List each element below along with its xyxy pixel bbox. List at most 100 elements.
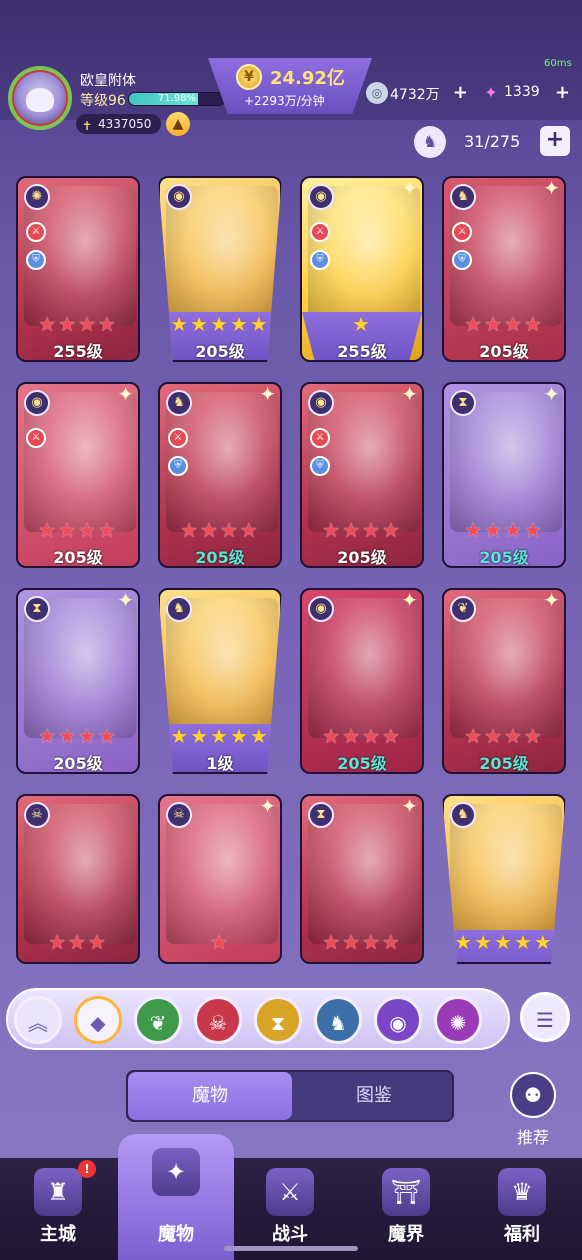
monster-level: 205级 [53, 548, 103, 567]
gem-icon: ✦ [484, 83, 498, 102]
monster-card[interactable]: ☠ ✦ ★ [158, 794, 282, 964]
monster-level: 205级 [53, 754, 103, 773]
monster-card[interactable]: ✺ ⚔ ⛨ ★★★★ 255级 [16, 176, 140, 362]
view-tabs: 魔物 图鉴 [126, 1070, 454, 1122]
faction-icon: ⧗ [450, 390, 476, 416]
recommend-label: 推荐 [516, 1128, 549, 1147]
nav-icon: ♛ [498, 1168, 546, 1216]
sparkle-icon: ✦ [401, 382, 418, 406]
faction-icon: ☠ [24, 802, 50, 828]
nav-item[interactable]: ⛩ 魔界 [348, 1158, 464, 1260]
sparkle-icon: ✦ [543, 382, 560, 406]
nav-item[interactable]: ✦ 魔物 [118, 1134, 234, 1260]
bottom-nav: ♜! 主城 ✦ 魔物 ⚔ 战斗 ⛩ 魔界 ♛ 福利 [0, 1134, 582, 1260]
player-avatar[interactable] [8, 66, 72, 130]
nav-icon: ✦ [152, 1148, 200, 1196]
shield-badge-icon: ⛨ [168, 456, 188, 476]
faction-icon: ⧗ [24, 596, 50, 622]
monster-card[interactable]: ◉ ⚔ ✦ ★★★★ 205级 [16, 382, 140, 568]
monster-card[interactable]: ⧗ ✦ ★★★★ 205级 [16, 588, 140, 774]
monster-card[interactable]: ◉ ⚔ ⛨ ✦ ★★★★ 205级 [300, 382, 424, 568]
nav-icon: ⚔ [266, 1168, 314, 1216]
monster-level: 205级 [479, 342, 529, 361]
nav-item[interactable]: ♜! 主城 [0, 1158, 116, 1260]
notification-badge: ! [78, 1160, 96, 1178]
faction-icon: ◉ [308, 390, 334, 416]
recommend-icon[interactable]: ⚉ [510, 1072, 556, 1118]
shield-badge-icon: ⛨ [452, 250, 472, 270]
tab-monsters[interactable]: 魔物 [128, 1072, 292, 1120]
faction-icon: ☠ [166, 802, 192, 828]
monster-card[interactable]: ♞ ⚔ ⛨ ✦ ★★★★ 205级 [442, 176, 566, 362]
nav-icon: ⛩ [382, 1168, 430, 1216]
star-rating: ★★★★ [322, 724, 402, 748]
all-factions-icon[interactable]: ◆ [74, 996, 122, 1044]
monster-card[interactable]: ◉ ⚔ ⛨ ✦ ★ 255级 [300, 176, 424, 362]
gem-resource[interactable]: ✦ 1339 + [480, 82, 576, 106]
nav-label: 福利 [504, 1224, 540, 1245]
swords-badge-icon: ⚔ [26, 428, 46, 448]
dragon-faction-icon[interactable]: ♞ [314, 996, 362, 1044]
nav-item[interactable]: ⚔ 战斗 [232, 1158, 348, 1260]
add-gem-button[interactable]: + [555, 82, 570, 103]
star-rating: ★★★★ [38, 518, 118, 542]
monster-level: 255级 [337, 342, 387, 361]
shield-badge-icon: ⛨ [310, 456, 330, 476]
faction-icon: ❦ [450, 596, 476, 622]
monster-card[interactable]: ⧗ ✦ ★★★★ 205级 [442, 382, 566, 568]
eye-faction-icon[interactable]: ◉ [374, 996, 422, 1044]
sparkle-icon: ✦ [543, 176, 560, 200]
expand-roster-button[interactable]: + [540, 126, 570, 156]
faction-filter-bar: ︽ ◆ ❦ ☠ ⧗ ♞ ◉ ✺ [6, 988, 510, 1050]
nav-label: 主城 [40, 1224, 76, 1245]
gold-rate: +2293万/分钟 [244, 94, 325, 108]
monster-card[interactable]: ❦ ✦ ★★★★ 205级 [442, 588, 566, 774]
monster-card[interactable]: ♞ ★★★★★ [442, 794, 566, 964]
monster-card[interactable]: ♞ ★★★★★ 1级 [158, 588, 282, 774]
sparkle-icon: ✦ [259, 382, 276, 406]
add-crystal-button[interactable]: + [453, 82, 468, 103]
monster-level: 205级 [195, 342, 245, 361]
faction-icon: ✺ [24, 184, 50, 210]
power-up-button[interactable]: ▲ [166, 112, 190, 136]
faction-icon: ◉ [308, 596, 334, 622]
hourglass-faction-icon[interactable]: ⧗ [254, 996, 302, 1044]
faction-icon: ◉ [166, 184, 192, 210]
star-rating: ★★★★ [38, 312, 118, 336]
sword-icon: ✝ [82, 119, 93, 133]
nav-label: 魔界 [388, 1224, 424, 1245]
collapse-up-icon[interactable]: ︽ [14, 996, 62, 1044]
crystal-amount: 4732万 [390, 87, 440, 103]
monster-level: 205级 [337, 754, 387, 773]
monster-card[interactable]: ♞ ⚔ ⛨ ✦ ★★★★ 205级 [158, 382, 282, 568]
home-indicator [224, 1246, 358, 1251]
monster-card[interactable]: ◉ ✦ ★★★★ 205级 [300, 588, 424, 774]
monster-level: 205级 [479, 548, 529, 567]
vortex-faction-icon[interactable]: ✺ [434, 996, 482, 1044]
sort-icon[interactable]: ☰ [520, 992, 570, 1042]
sparkle-icon: ✦ [117, 382, 134, 406]
monster-level: 205级 [195, 548, 245, 567]
star-rating: ★★★★ [322, 518, 402, 542]
monster-card[interactable]: ◉ ★★★★★ 205级 [158, 176, 282, 362]
xp-percent: 71.98% [157, 93, 197, 104]
swords-badge-icon: ⚔ [26, 222, 46, 242]
swords-badge-icon: ⚔ [168, 428, 188, 448]
shield-badge-icon: ⛨ [26, 250, 46, 270]
faction-icon: ◉ [24, 390, 50, 416]
crystal-resource[interactable]: ◎ 4732万 + [366, 82, 474, 106]
tab-codex[interactable]: 图鉴 [292, 1072, 456, 1120]
star-rating: ★★★★ [464, 518, 544, 542]
monster-card[interactable]: ⧗ ✦ ★★★★ [300, 794, 424, 964]
power-display: ✝ 4337050 [76, 114, 162, 134]
monster-card[interactable]: ☠ ★★★ [16, 794, 140, 964]
shield-badge-icon: ⛨ [310, 250, 330, 270]
nav-item[interactable]: ♛ 福利 [464, 1158, 580, 1260]
demon-faction-icon[interactable]: ☠ [194, 996, 242, 1044]
faction-icon: ♞ [450, 184, 476, 210]
nature-faction-icon[interactable]: ❦ [134, 996, 182, 1044]
sparkle-icon: ✦ [259, 794, 276, 818]
gold-coin-icon: ¥ [236, 64, 262, 90]
nav-icon: ♜ [34, 1168, 82, 1216]
monster-slots-icon[interactable]: ♞ [414, 126, 446, 158]
